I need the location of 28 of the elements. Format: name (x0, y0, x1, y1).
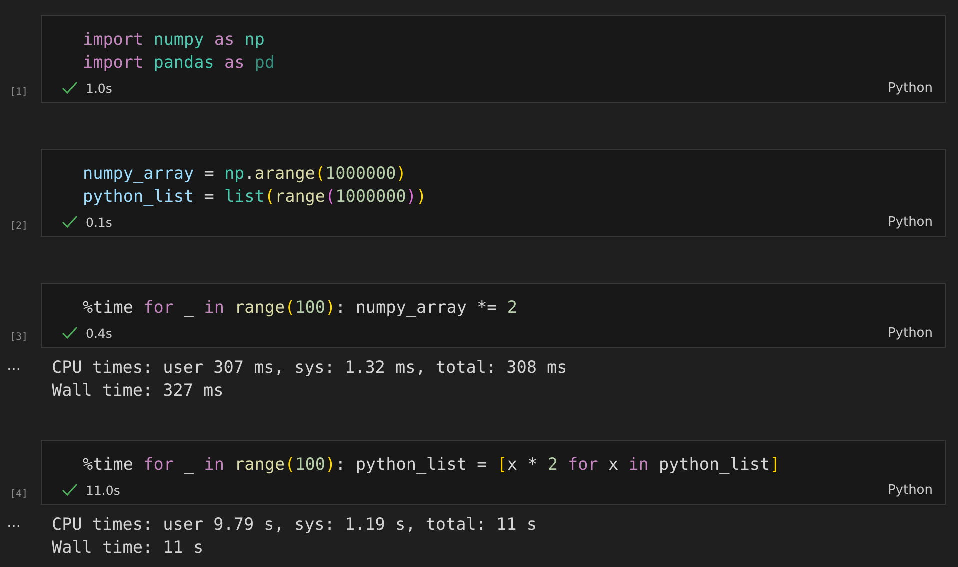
code-cell[interactable]: %time for _ in range(100): numpy_array *= 2 0.4s Python (41, 283, 946, 348)
execution-count: [1] (9, 87, 30, 100)
execution-time: 0.1s (86, 214, 112, 230)
output-line: CPU times: user 307 ms, sys: 1.32 ms, total: 308 ms (52, 356, 568, 379)
code-line: %time for _ in range(100): numpy_array *= 2 (83, 296, 518, 319)
code-cell[interactable]: %time for _ in range(100): python_list = [x * 2 for x in python_list] 11.0s Python (41, 440, 946, 505)
output-line: Wall time: 327 ms (52, 379, 224, 402)
output-line: Wall time: 11 s (52, 536, 204, 559)
language-label[interactable]: Python (888, 214, 933, 230)
execution-time: 0.4s (86, 326, 112, 340)
code-line: python_list = list(range(1000000)) (83, 185, 427, 208)
code-line: %time for _ in range(100): python_list = [x * 2 for x in python_list] (83, 453, 780, 476)
execution-time: 1.0s (86, 80, 112, 96)
output-line: CPU times: user 9.79 s, sys: 1.19 s, total: 11 s (52, 513, 537, 536)
code-line: import pandas as pd (83, 51, 275, 74)
output-menu[interactable]: … (0, 513, 52, 559)
execution-count: [4] (9, 489, 30, 502)
code-cell[interactable]: import numpy as np import pandas as pd 1.0s Python (41, 15, 946, 103)
code-line: numpy_array = np.arange(1000000) (83, 162, 406, 185)
execution-time: 11.0s (86, 482, 120, 498)
language-label[interactable]: Python (888, 80, 933, 96)
execution-count: [3] (9, 332, 30, 345)
language-label[interactable]: Python (888, 482, 933, 498)
code-line: import numpy as np (83, 28, 265, 51)
language-label[interactable]: Python (888, 326, 933, 340)
execution-count: [2] (9, 221, 30, 234)
code-cell[interactable]: numpy_array = np.arange(1000000) python_list = list(range(1000000)) 0.1s Python (41, 149, 946, 237)
output-menu[interactable]: … (0, 356, 52, 402)
